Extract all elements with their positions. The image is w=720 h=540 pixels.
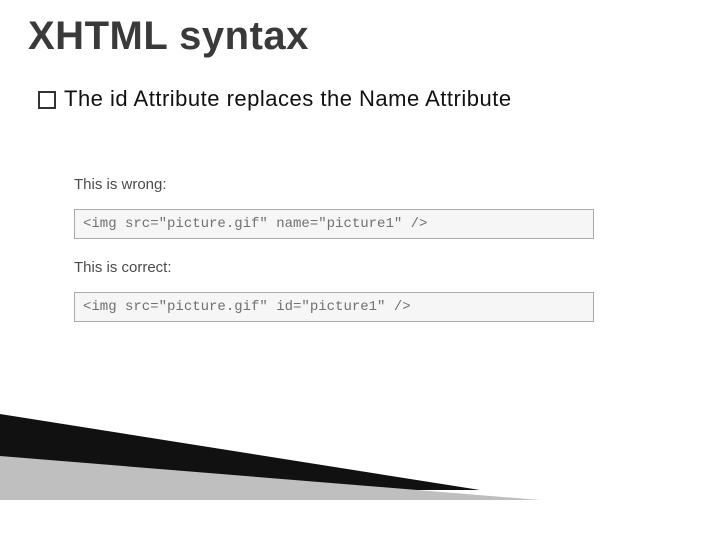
decorative-wedge-grey-icon	[0, 456, 540, 500]
wrong-label: This is wrong:	[74, 176, 594, 193]
decorative-cover	[0, 500, 720, 540]
example-area: This is wrong: <img src="picture.gif" na…	[74, 176, 594, 342]
wrong-code-box: <img src="picture.gif" name="picture1" /…	[74, 209, 594, 239]
square-bullet-icon	[38, 91, 56, 109]
slide-title: XHTML syntax	[28, 14, 309, 59]
bullet-item: The id Attribute replaces the Name Attri…	[38, 86, 512, 112]
correct-label: This is correct:	[74, 259, 594, 276]
correct-code-box: <img src="picture.gif" id="picture1" />	[74, 292, 594, 322]
slide: XHTML syntax The id Attribute replaces t…	[0, 0, 720, 540]
bullet-text: The id Attribute replaces the Name Attri…	[64, 86, 512, 112]
